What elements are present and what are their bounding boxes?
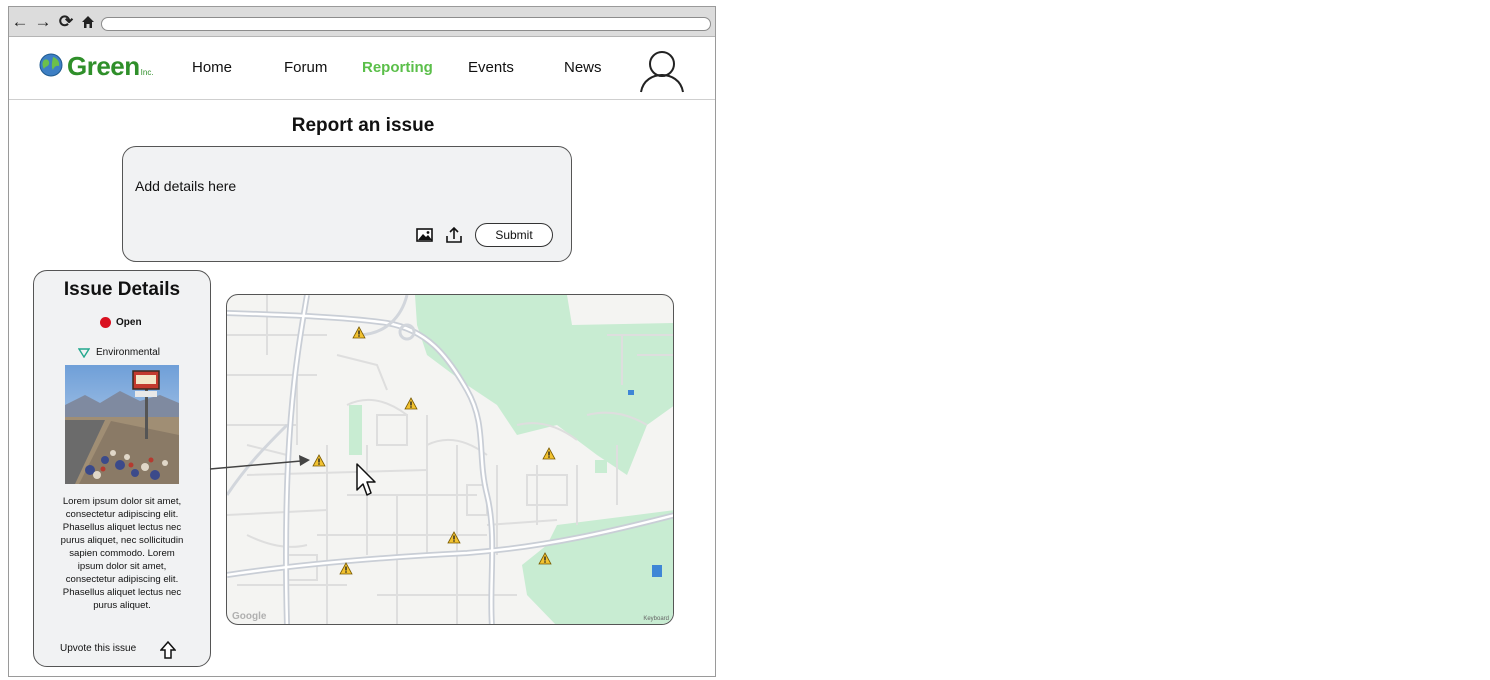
warning-icon[interactable]	[339, 562, 353, 575]
globe-icon	[39, 53, 63, 77]
logo-suffix: Inc.	[140, 68, 154, 77]
triangle-down-icon	[78, 347, 90, 358]
report-form: Submit	[122, 146, 572, 262]
nav-reporting[interactable]: Reporting	[362, 59, 433, 76]
issue-details-title: Issue Details	[63, 279, 181, 300]
nav-events[interactable]: Events	[468, 59, 514, 76]
warning-icon[interactable]	[312, 454, 326, 467]
category-label: Environmental	[96, 347, 160, 358]
warning-icon[interactable]	[538, 552, 552, 565]
site-header: Green Inc. Home Forum Reporting Events N…	[9, 37, 715, 100]
issue-details-input[interactable]	[133, 165, 557, 207]
green-logo[interactable]: Green Inc.	[39, 51, 154, 81]
nav-home[interactable]: Home	[192, 59, 232, 76]
nav-news[interactable]: News	[564, 59, 602, 76]
submit-button[interactable]: Submit	[475, 223, 553, 247]
status-label: Open	[116, 317, 142, 328]
upload-icon[interactable]	[444, 225, 464, 245]
status-dot-icon	[100, 317, 111, 328]
warning-icon[interactable]	[352, 326, 366, 339]
issues-map[interactable]: Google Keyboard	[226, 294, 674, 625]
home-icon[interactable]	[79, 12, 97, 32]
upvote-arrow-icon[interactable]	[160, 641, 176, 659]
browser-window: ← → ⟳ Green Inc. Home Forum Reporting Ev…	[8, 6, 716, 677]
keyboard-shortcuts-link[interactable]: Keyboard	[643, 616, 669, 622]
logo-text: Green	[67, 51, 140, 81]
image-icon[interactable]	[415, 225, 435, 245]
back-arrow-icon[interactable]: ←	[11, 12, 29, 32]
status-badge: Open	[100, 317, 142, 328]
issue-details-panel: Issue Details Open Environmental Lorem i…	[33, 270, 211, 667]
nav-forum[interactable]: Forum	[284, 59, 327, 76]
address-bar[interactable]	[101, 17, 711, 31]
user-account-icon[interactable]	[639, 49, 685, 93]
browser-toolbar: ← → ⟳	[9, 7, 715, 37]
warning-icon[interactable]	[447, 531, 461, 544]
reload-icon[interactable]: ⟳	[57, 12, 75, 32]
warning-icon[interactable]	[404, 397, 418, 410]
map-attribution: Google	[232, 611, 267, 622]
forward-arrow-icon[interactable]: →	[34, 12, 52, 32]
mouse-cursor-icon	[356, 463, 376, 496]
report-title: Report an issue	[291, 115, 435, 136]
warning-icon[interactable]	[542, 447, 556, 460]
upvote-label: Upvote this issue	[60, 643, 137, 654]
issue-description: Lorem ipsum dolor sit amet, consectetur …	[60, 496, 184, 611]
issue-photo	[65, 365, 179, 484]
map-tiles	[227, 295, 673, 624]
category-tag: Environmental	[78, 347, 160, 358]
